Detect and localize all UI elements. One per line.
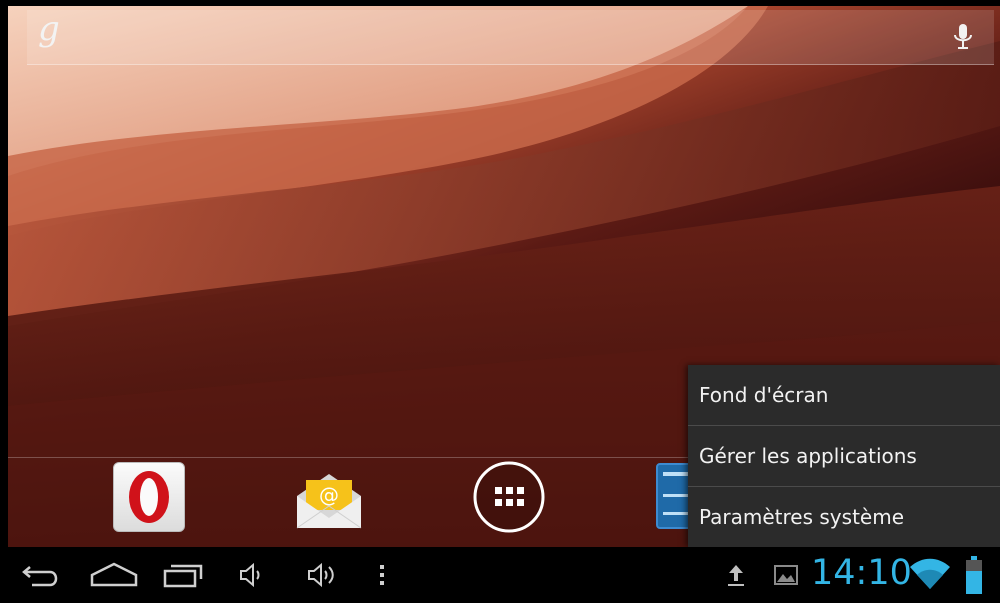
- volume-up-icon[interactable]: [298, 547, 346, 603]
- menu-item-wallpaper[interactable]: Fond d'écran: [688, 365, 1000, 425]
- battery-icon: [958, 547, 990, 603]
- volume-down-icon[interactable]: [230, 547, 270, 603]
- all-apps-icon[interactable]: [471, 459, 547, 535]
- wifi-icon: [906, 547, 954, 603]
- clock[interactable]: 14:10: [811, 553, 912, 593]
- microphone-icon[interactable]: [950, 22, 976, 52]
- image-icon: [768, 547, 804, 603]
- upload-icon: [718, 547, 754, 603]
- settings-icon[interactable]: [655, 460, 698, 530]
- home-icon[interactable]: [84, 547, 144, 603]
- menu-item-manage-apps[interactable]: Gérer les applications: [688, 426, 1000, 486]
- back-icon[interactable]: [14, 547, 70, 603]
- recent-apps-icon[interactable]: [156, 547, 212, 603]
- google-g-icon[interactable]: g: [38, 12, 60, 46]
- google-search-bar[interactable]: [27, 10, 994, 65]
- menu-dots-icon[interactable]: [368, 547, 396, 603]
- menu-item-system-settings[interactable]: Paramètres système: [688, 487, 1000, 547]
- overflow-menu: Fond d'écran Gérer les applications Para…: [688, 365, 1000, 547]
- android-home-screen: g @ Fond d'écran Gérer les applications …: [0, 0, 1000, 603]
- opera-icon[interactable]: [113, 462, 185, 532]
- email-icon[interactable]: @: [293, 468, 365, 530]
- email-at-glyph: @: [319, 483, 339, 507]
